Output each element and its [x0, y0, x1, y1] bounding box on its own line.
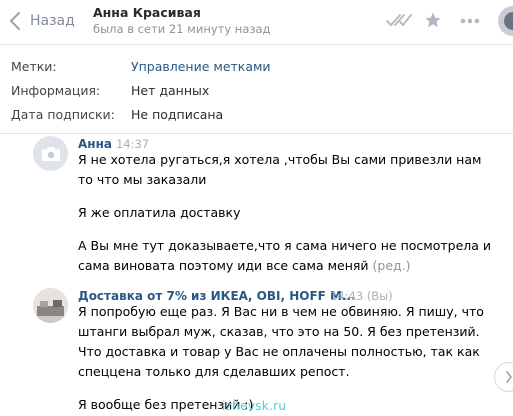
- message-text: Я попробую еще раз. Я Вас ни в чем не об…: [78, 302, 498, 415]
- message-time[interactable]: 14:37: [116, 137, 149, 151]
- chevron-right-icon: [506, 371, 512, 383]
- watermark: izhevsk.ru: [222, 399, 287, 413]
- back-label: Назад: [30, 13, 75, 29]
- message-author[interactable]: Доставка от 7% из ИКЕА, OBI, HOFF M...: [78, 289, 356, 303]
- more-icon[interactable]: [460, 18, 480, 24]
- info-row-tags: Метки: Управление метками: [11, 55, 506, 79]
- back-button[interactable]: Назад: [10, 9, 75, 33]
- info-row-subscription-date: Дата подписки: Не подписана: [11, 103, 506, 127]
- peer-name[interactable]: Анна Красивая: [93, 5, 271, 20]
- avatar[interactable]: [33, 288, 68, 323]
- peer-avatar[interactable]: [498, 6, 513, 36]
- peer-status: была в сети 21 минуту назад: [93, 22, 271, 36]
- double-check-icon[interactable]: [386, 12, 412, 28]
- message-paragraph: Я не хотела ругаться,я хотела ,чтобы Вы …: [78, 152, 482, 187]
- manage-tags-link[interactable]: Управление метками: [131, 55, 271, 79]
- message-author[interactable]: Анна: [78, 137, 112, 151]
- store-logo-icon: [33, 288, 68, 323]
- message-paragraph: Я попробую еще раз. Я Вас ни в чем не об…: [78, 304, 484, 379]
- info-label: Информация:: [11, 83, 101, 98]
- message-paragraph: Я же оплатила доставку: [78, 205, 241, 220]
- info-divider: [0, 133, 513, 134]
- message-paragraph: А Вы мне тут доказываете,что я сама ниче…: [78, 236, 498, 276]
- edited-label: (ред.): [372, 258, 411, 273]
- avatar[interactable]: [33, 136, 68, 171]
- peer-info[interactable]: Анна Красивая была в сети 21 минуту наза…: [93, 5, 271, 37]
- message-text: Я не хотела ругаться,я хотела ,чтобы Вы …: [78, 150, 498, 276]
- message-paragraph: Я вообще без претензий :): [78, 397, 254, 412]
- star-icon[interactable]: [424, 11, 442, 29]
- peer-info-block: Метки: Управление метками Информация: Не…: [11, 55, 506, 127]
- info-row-information: Информация: Нет данных: [11, 79, 506, 103]
- info-label: Дата подписки:: [11, 107, 115, 122]
- header-divider: [0, 44, 513, 45]
- info-value: Не подписана: [131, 107, 224, 122]
- info-label: Метки:: [11, 59, 57, 74]
- camera-icon: [41, 146, 60, 161]
- chevron-left-icon: [10, 12, 20, 30]
- info-value: Нет данных: [131, 83, 210, 98]
- chat-header: Назад Анна Красивая была в сети 21 минут…: [0, 0, 513, 42]
- message-paragraph-text: А Вы мне тут доказываете,что я сама ниче…: [78, 238, 492, 273]
